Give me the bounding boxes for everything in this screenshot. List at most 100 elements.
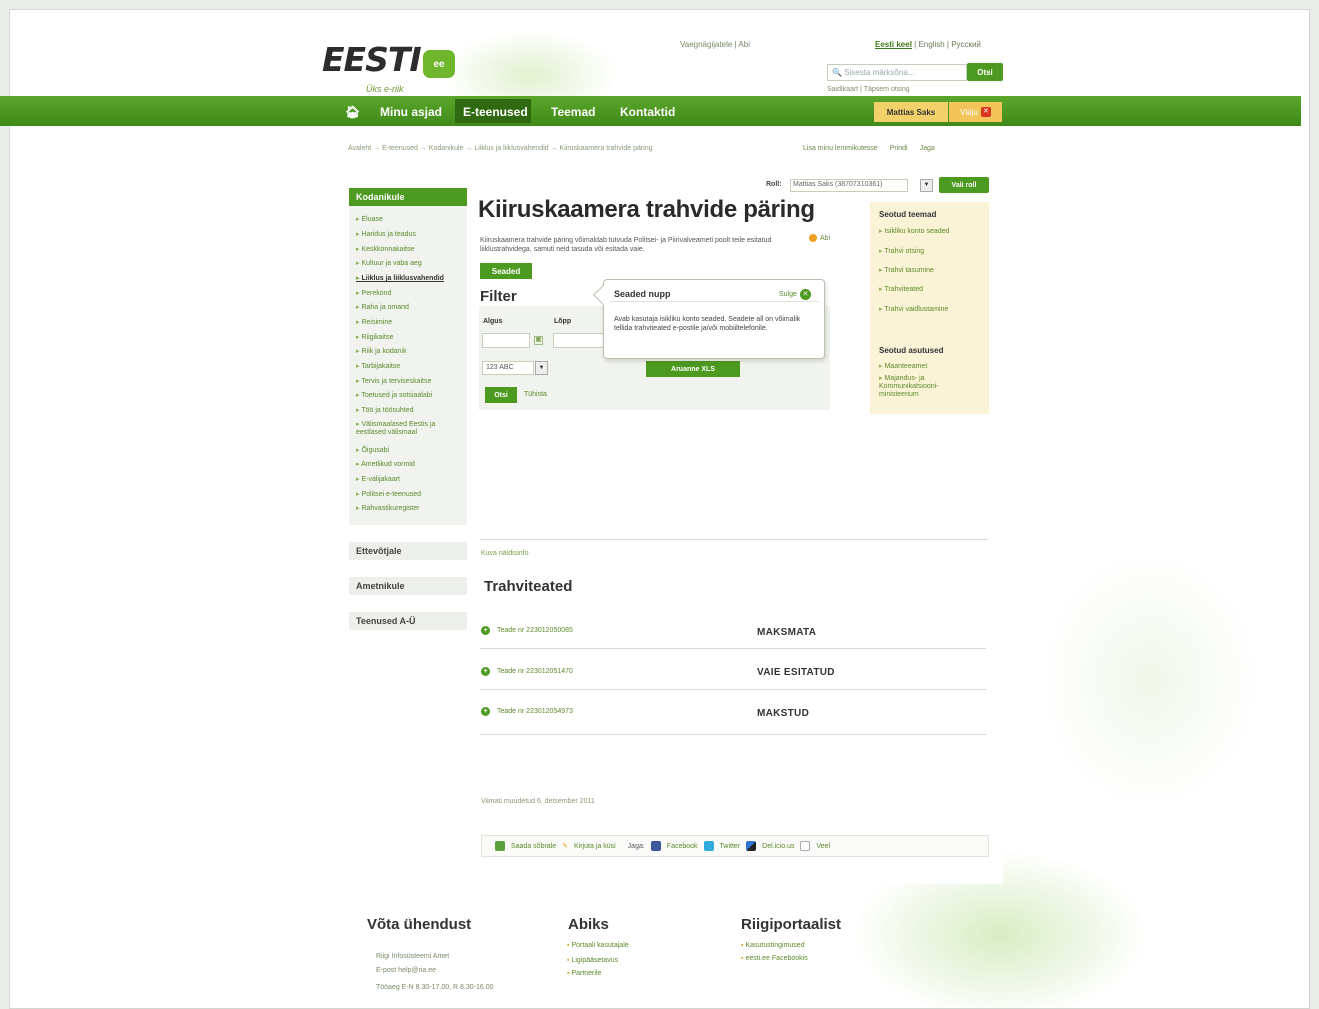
chevron-down-icon[interactable]: ▼	[920, 179, 933, 192]
notice-label: Teade nr 223012051470	[497, 668, 573, 675]
sidebar-item-raha[interactable]: Raha ja omand	[356, 303, 408, 311]
user-name[interactable]: Mattias Saks	[874, 102, 948, 122]
nav-item-minu-asjad[interactable]: Minu asjad	[380, 105, 442, 119]
related-topic-link[interactable]: Trahvi vaidlustamine	[879, 306, 948, 314]
page-actions: Lisa minu lemmikutesse Prindi Jaga	[803, 145, 935, 152]
more-link[interactable]: Veel	[816, 843, 830, 850]
write-link[interactable]: Kirjuta ja küsi	[574, 843, 616, 850]
sidebar-category-teenused[interactable]: Teenused A-Ü	[349, 612, 467, 630]
language-current[interactable]: Eesti keel	[875, 40, 912, 49]
end-date-field[interactable]	[553, 333, 605, 348]
site-slogan: Üks e-riik	[366, 84, 404, 94]
notice-link[interactable]: + Teade nr 223012051470	[481, 667, 573, 676]
sidebar-heading[interactable]: Kodanikule	[349, 188, 467, 206]
twitter-link[interactable]: Twitter	[720, 843, 741, 850]
related-agency-link[interactable]: Maanteeamet	[879, 363, 927, 371]
home-icon[interactable]: 🏠︎	[345, 105, 360, 119]
related-agency-link[interactable]: Majandus- ja Kommunikatsiooni-ministeeri…	[879, 375, 974, 399]
related-topic-link[interactable]: Trahvi otsing	[879, 248, 924, 256]
sidebar-item-vormid[interactable]: Ametlikud vormid	[356, 460, 415, 468]
facebook-link[interactable]: Facebook	[667, 843, 698, 850]
end-date-label: Lõpp	[554, 318, 572, 325]
footer-help-link[interactable]: Portaali kasutajale	[567, 940, 628, 952]
notice-status: VAIE ESITATUD	[757, 667, 835, 678]
language-others[interactable]: | English | Русский	[912, 40, 981, 49]
sidebar-item-valismaalased[interactable]: Välismaalased Eestis ja eestlased välism…	[356, 421, 464, 437]
logout-icon: ✕	[980, 107, 991, 117]
filter-cancel-link[interactable]: Tühista	[524, 391, 547, 398]
sidebar-item-liiklus[interactable]: Liiklus ja liiklusvahendid	[356, 274, 443, 282]
role-select[interactable]: Mattias Saks (38707310361)	[790, 179, 908, 192]
page-intro: Kiiruskaamera trahvide päring võimaldab …	[480, 237, 772, 253]
print-link[interactable]: Prindi	[890, 145, 908, 152]
footer-help-link[interactable]: Partnerile	[567, 968, 601, 980]
notice-status: MAKSTUD	[757, 708, 810, 719]
leaf-decoration	[1040, 550, 1260, 810]
related-topic-link[interactable]: Trahvi tasumine	[879, 267, 934, 275]
sidebar-item-kultuur[interactable]: Kultuur ja vaba aeg	[356, 259, 421, 267]
footer-help-link[interactable]: Ligipääsetavus	[567, 955, 618, 967]
sidebar-item-rahvastikuregister[interactable]: Rahvastikuregister	[356, 504, 419, 512]
sidebar-item-tarbijakaitse[interactable]: Tarbijakaitse	[356, 362, 400, 370]
tooltip-close-button[interactable]: Sulge ✕	[779, 289, 811, 300]
expand-icon: +	[481, 626, 490, 635]
breadcrumb[interactable]: Avaleht → E-teenused → Kodanikule → Liik…	[348, 145, 653, 152]
pencil-icon: ✎	[562, 843, 569, 850]
delicious-link[interactable]: Del.icio.us	[762, 843, 794, 850]
xls-report-button[interactable]: Aruanne XLS	[646, 361, 740, 377]
search-button[interactable]: Otsi	[967, 63, 1003, 81]
nav-item-kontaktid[interactable]: Kontaktid	[620, 105, 675, 119]
notice-link[interactable]: + Teade nr 223012054973	[481, 707, 573, 716]
divider	[480, 689, 986, 690]
choose-role-button[interactable]: Vali roll	[939, 177, 989, 193]
footer-contact-line[interactable]: E-post help@ria.ee	[376, 965, 436, 977]
sidebar-category-ametnikule[interactable]: Ametnikule	[349, 577, 467, 595]
sidebar-item-valijakaart[interactable]: E-valijakaart	[356, 475, 400, 483]
facebook-icon	[650, 841, 661, 851]
chevron-down-icon[interactable]: ▼	[535, 361, 548, 375]
sidebar-item-tervis[interactable]: Tervis ja terviseskaitse	[356, 377, 431, 385]
nav-item-teemad[interactable]: Teemad	[551, 105, 595, 119]
last-modified: Viimati muudetud 6. detsember 2011	[481, 798, 595, 805]
notice-label: Teade nr 223012054973	[497, 708, 573, 715]
sidebar-item-too[interactable]: Töö ja töösuhted	[356, 406, 413, 414]
show-examples-link[interactable]: Kuva näidisinfo	[481, 550, 528, 557]
footer-contact-line[interactable]: Riigi Infosüsteemi Amet	[376, 951, 449, 963]
plate-select[interactable]: 123 ABC	[482, 361, 534, 375]
logout-button[interactable]: Välju ✕	[949, 102, 1002, 122]
sidebar-item-toetused[interactable]: Toetused ja sotsiaalabi	[356, 391, 432, 399]
start-date-field[interactable]	[482, 333, 530, 348]
nav-item-e-teenused[interactable]: E-teenused	[463, 105, 528, 119]
related-topic-link[interactable]: Isikliku konto seaded	[879, 228, 949, 236]
sidebar-item-perekond[interactable]: Perekond	[356, 289, 391, 297]
share-link[interactable]: Jaga	[920, 145, 935, 152]
site-logo[interactable]: EESTI	[322, 43, 422, 76]
footer-portal-link[interactable]: Kasutustingimused	[741, 940, 804, 952]
notice-link[interactable]: + Teade nr 223012050085	[481, 626, 573, 635]
send-to-friend-link[interactable]: Saada sõbrale	[511, 843, 556, 850]
sidebar-item-eluase[interactable]: Eluase	[356, 215, 382, 223]
settings-button[interactable]: Seaded	[480, 263, 532, 279]
sidebar-item-politsei[interactable]: Politsei e-teenused	[356, 490, 421, 498]
search-links[interactable]: Saidikaart | Täpsem otsing	[827, 86, 910, 93]
role-label: Roll:	[766, 181, 782, 188]
sidebar-item-reisimine[interactable]: Reisimine	[356, 318, 392, 326]
notice-label: Teade nr 223012050085	[497, 627, 573, 634]
add-favourite-link[interactable]: Lisa minu lemmikutesse	[803, 145, 878, 152]
search-input[interactable]: 🔍 Sisesta märksõna...	[827, 64, 967, 81]
help-link[interactable]: Abi	[809, 234, 830, 242]
sidebar-item-keskkond[interactable]: Keskkonnakaitse	[356, 245, 414, 253]
logo-badge-icon: ee	[423, 50, 455, 78]
sidebar-item-oigusabi[interactable]: Õigusabi	[356, 446, 389, 454]
calendar-icon[interactable]: ▦	[534, 336, 543, 345]
sidebar-item-riik[interactable]: Riik ja kodanik	[356, 347, 406, 355]
sidebar-category-ettevotjale[interactable]: Ettevõtjale	[349, 542, 467, 560]
language-switcher[interactable]: Eesti keel | English | Русский	[875, 40, 981, 49]
related-topic-link[interactable]: Trahviteated	[879, 286, 923, 294]
sidebar-item-haridus[interactable]: Haridus ja teadus	[356, 230, 415, 238]
sidebar-item-riigikaitse[interactable]: Riigikaitse	[356, 333, 393, 341]
footer-portal-link[interactable]: eesti.ee Facebookis	[741, 953, 807, 965]
filter-search-button[interactable]: Otsi	[485, 387, 517, 403]
accessibility-links[interactable]: Vaegnägijatele | Abi	[680, 40, 750, 49]
divider	[480, 539, 988, 540]
